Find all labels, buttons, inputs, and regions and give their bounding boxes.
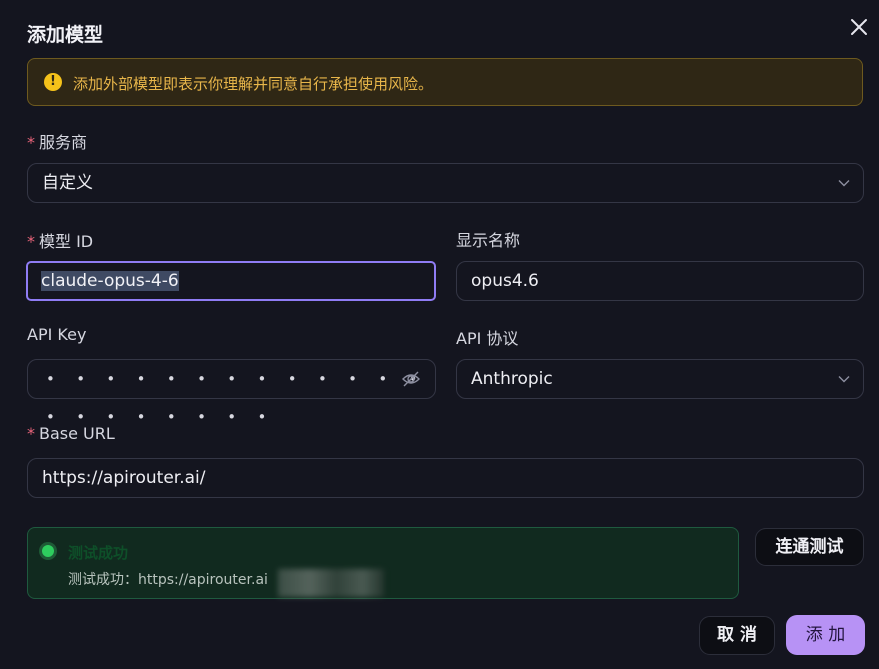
base-url-label: * Base URL (27, 424, 115, 443)
api-protocol-label: API 协议 (456, 329, 519, 348)
provider-select[interactable]: 自定义 (27, 163, 864, 203)
provider-value: 自定义 (42, 173, 93, 193)
api-key-label: API Key (27, 325, 87, 344)
required-mark: * (27, 232, 35, 251)
warning-banner: ! 添加外部模型即表示你理解并同意自行承担使用风险。 (27, 58, 863, 106)
test-connection-button[interactable]: 连通测试 (755, 528, 864, 566)
model-id-label: * 模型 ID (27, 232, 94, 251)
model-id-input[interactable]: claude-opus-4-6 (26, 261, 436, 301)
dialog-title: 添加模型 (27, 24, 104, 46)
provider-label: * 服务商 (27, 133, 88, 152)
eye-off-icon[interactable] (401, 370, 421, 388)
display-name-label: 显示名称 (456, 231, 521, 250)
test-result-box: 测试成功 测试成功：https://apirouter.ai (27, 527, 739, 599)
add-button[interactable]: 添 加 (786, 615, 865, 655)
close-icon[interactable] (848, 16, 870, 38)
model-id-value: claude-opus-4-6 (41, 271, 179, 291)
display-name-input[interactable]: opus4.6 (456, 261, 864, 301)
required-mark: * (27, 133, 35, 152)
api-protocol-value: Anthropic (471, 369, 553, 389)
warning-text: 添加外部模型即表示你理解并同意自行承担使用风险。 (73, 75, 434, 93)
chevron-down-icon (838, 180, 850, 187)
warning-icon: ! (44, 73, 62, 91)
status-dot-icon (42, 545, 54, 557)
add-model-dialog: 添加模型 ! 添加外部模型即表示你理解并同意自行承担使用风险。 * 服务商 自定义… (0, 0, 879, 669)
required-mark: * (27, 424, 35, 443)
base-url-input[interactable]: https://apirouter.ai/ (27, 458, 864, 498)
api-key-input[interactable]: • • • • • • • • • • • • • • • • • • • • … (27, 359, 436, 426)
base-url-value: https://apirouter.ai/ (42, 468, 206, 488)
test-result-title: 测试成功 (68, 544, 129, 562)
redacted-area (278, 569, 384, 597)
cancel-button[interactable]: 取 消 (699, 616, 775, 655)
chevron-down-icon (838, 376, 850, 383)
display-name-value: opus4.6 (471, 271, 539, 291)
test-result-message: 测试成功：https://apirouter.ai (68, 572, 268, 588)
api-protocol-select[interactable]: Anthropic (456, 359, 864, 399)
